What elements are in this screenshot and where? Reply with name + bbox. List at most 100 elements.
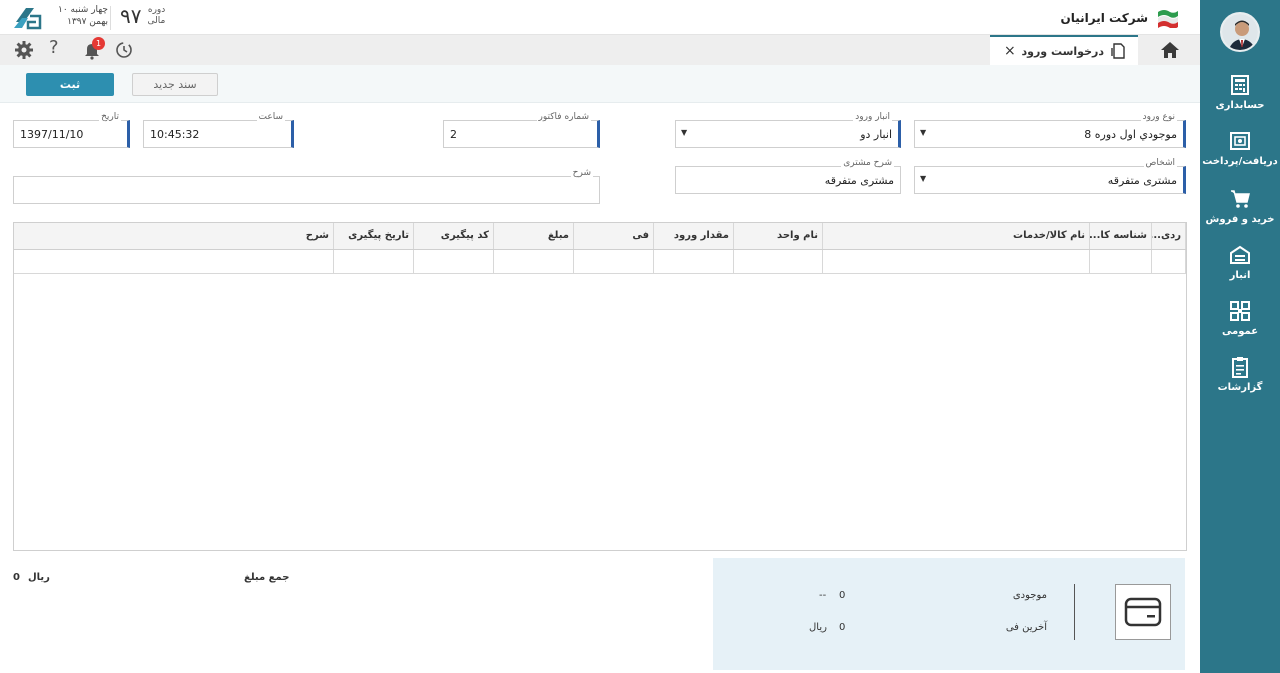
chevron-down-icon: ▼ [920, 128, 927, 137]
field-label: انبار ورود [853, 112, 892, 122]
sidebar-item-accounting[interactable]: حسابداری [1200, 74, 1280, 111]
company-brand: شرکت ایرانیان [1061, 8, 1180, 28]
column-header-description[interactable]: شرح [14, 223, 334, 250]
cart-icon [1231, 190, 1250, 208]
divider [110, 6, 111, 30]
clipboard-icon [1232, 357, 1248, 378]
home-icon[interactable] [1158, 39, 1182, 61]
field-label: اشخاص [1143, 158, 1177, 168]
column-header-amount[interactable]: مبلغ [493, 223, 574, 250]
column-header-item-name[interactable]: نام کالا/خدمات [822, 223, 1090, 250]
history-icon[interactable] [114, 40, 134, 60]
divider [1074, 584, 1075, 640]
wallet-box [1115, 584, 1171, 640]
field-value: مشتری متفرقه [1107, 174, 1177, 187]
app-logo-icon [14, 8, 42, 30]
close-tab-icon[interactable]: × [1004, 43, 1016, 59]
notifications-button[interactable]: 1 [82, 37, 105, 61]
entry-type-select[interactable]: نوع ورود 8 موجودي اول دوره ▼ [914, 112, 1186, 148]
table-cell[interactable] [493, 249, 574, 274]
table-cell[interactable] [1151, 249, 1186, 274]
table-cell[interactable] [413, 249, 494, 274]
stock-label: موجودی [1012, 590, 1047, 601]
save-button[interactable]: ثبت [26, 73, 114, 96]
tab-entry-request[interactable]: درخواست ورود × [990, 35, 1138, 65]
sidebar-item-reports[interactable]: گزارشات [1200, 356, 1280, 393]
field-label: تاریخ [99, 112, 121, 122]
field-value: 2 [450, 128, 457, 141]
field-value: انبار دو [860, 128, 892, 141]
period-label-2: مالی [147, 16, 166, 26]
document-icon [1111, 43, 1125, 59]
last-price-label: آخرین فی [1005, 622, 1047, 633]
tab-label: درخواست ورود [1021, 45, 1104, 58]
field-value: 8 موجودي اول دوره [1084, 128, 1177, 141]
chevron-down-icon: ▼ [681, 128, 688, 137]
sidebar-item-label: گزارشات [1217, 382, 1263, 393]
field-value: مشتری متفرقه [824, 174, 894, 187]
sidebar-item-warehouse[interactable]: انبار [1200, 244, 1280, 281]
column-header-unit-price[interactable]: فی [573, 223, 654, 250]
date-input[interactable]: تاریخ 1397/11/10 [13, 112, 130, 148]
chevron-down-icon: ▼ [920, 174, 927, 183]
sidebar-item-label: حسابداری [1215, 100, 1265, 111]
company-flag-icon [1158, 10, 1178, 28]
warehouse-select[interactable]: انبار ورود انبار دو ▼ [675, 112, 901, 148]
table-cell[interactable] [1089, 249, 1152, 274]
total-amount-label: جمع مبلغ [244, 572, 290, 583]
column-header-tracking-date[interactable]: تاریخ پیگیری [333, 223, 414, 250]
table-cell[interactable] [653, 249, 734, 274]
table-cell[interactable] [573, 249, 654, 274]
company-name: شرکت ایرانیان [1060, 11, 1148, 25]
items-grid: ردی... شناسه کا... نام کالا/خدمات نام وا… [13, 222, 1187, 551]
sidebar-item-general[interactable]: عمومی [1200, 300, 1280, 337]
table-cell[interactable] [822, 249, 1090, 274]
weekday: چهار شنبه ۱۰ [58, 5, 108, 15]
period-label: دوره [147, 5, 166, 15]
top-header: شرکت ایرانیان ۹۷ دوره مالی چهار شنبه ۱۰ … [0, 0, 1200, 35]
column-header-tracking-code[interactable]: کد پیگیری [413, 223, 494, 250]
month-year: بهمن ۱۳۹۷ [67, 17, 108, 27]
stock-value: 0 [839, 590, 846, 601]
sidebar-item-label: دریافت/پرداخت [1202, 156, 1278, 167]
invoice-number-input[interactable]: شماره فاکتور 2 [443, 112, 600, 148]
table-row[interactable] [14, 249, 1186, 274]
field-label: شماره فاکتور [536, 112, 591, 122]
time-input[interactable]: ساعت 10:45:32 [143, 112, 294, 148]
new-document-button[interactable]: سند جدید [132, 73, 218, 96]
user-avatar[interactable] [1220, 12, 1260, 52]
warehouse-icon [1230, 245, 1250, 264]
sidebar-item-label: انبار [1229, 270, 1251, 281]
total-amount-value: 0 [13, 572, 20, 583]
table-cell[interactable] [333, 249, 414, 274]
accounting-icon [1231, 75, 1249, 95]
customer-description-input[interactable]: شرح مشتری مشتری متفرقه [675, 158, 901, 194]
grid-header-row: ردی... شناسه کا... نام کالا/خدمات نام وا… [14, 223, 1186, 250]
total-amount: 0 ریال [13, 572, 50, 583]
sidebar-item-label: عمومی [1221, 326, 1259, 337]
total-amount-currency: ریال [27, 572, 50, 583]
safe-icon [1230, 132, 1250, 150]
column-header-item-code[interactable]: شناسه کا... [1089, 223, 1152, 250]
field-value: 1397/11/10 [20, 128, 84, 141]
sidebar-item-label: خرید و فروش [1205, 214, 1275, 225]
sidebar-item-sales[interactable]: خرید و فروش [1200, 188, 1280, 225]
field-label: شرح [570, 168, 593, 178]
fiscal-period: ۹۷ دوره مالی [120, 4, 165, 28]
field-label: نوع ورود [1140, 112, 1177, 122]
field-label: شرح مشتری [841, 158, 894, 168]
help-icon[interactable]: ? [49, 37, 59, 58]
wallet-icon [1124, 597, 1162, 627]
tab-bar: درخواست ورود × 1 ? [0, 35, 1200, 65]
column-header-quantity[interactable]: مقدار ورود [653, 223, 734, 250]
column-header-row-number[interactable]: ردی... [1151, 223, 1186, 250]
sidebar-item-payments[interactable]: دریافت/پرداخت [1200, 130, 1280, 167]
action-toolbar: ثبت سند جدید [0, 65, 1200, 103]
person-select[interactable]: اشخاص مشتری متفرقه ▼ [914, 158, 1186, 194]
table-cell[interactable] [14, 249, 334, 274]
gear-icon[interactable] [14, 40, 34, 60]
notification-badge: 1 [92, 37, 105, 50]
description-input[interactable]: شرح [13, 168, 600, 204]
column-header-unit[interactable]: نام واحد [733, 223, 823, 250]
table-cell[interactable] [733, 249, 823, 274]
